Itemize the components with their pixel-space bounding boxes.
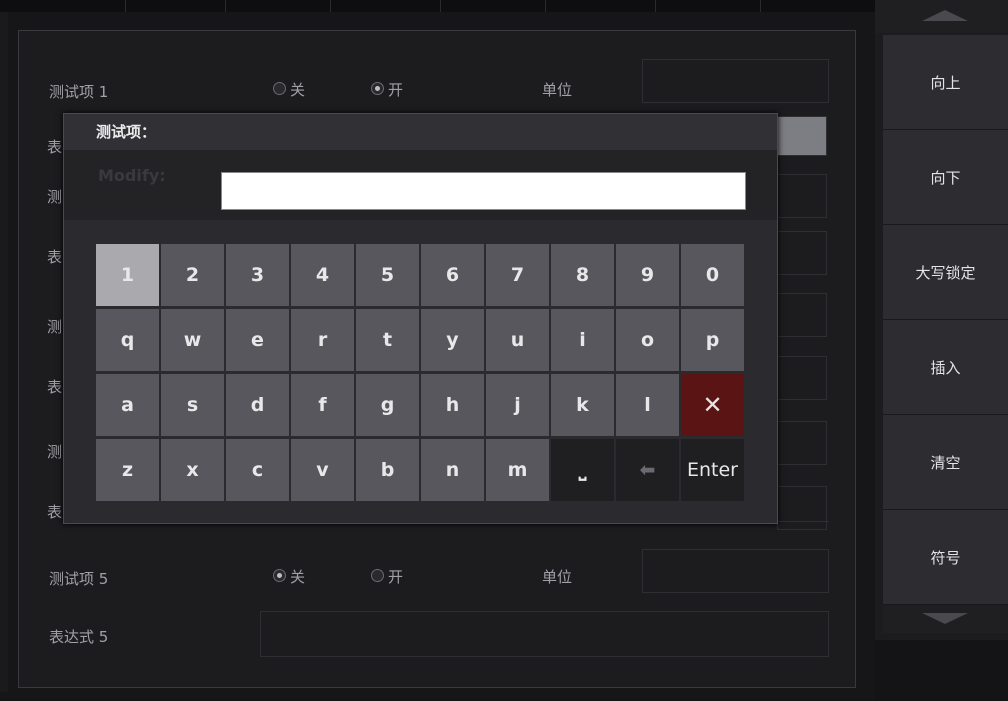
test-item-1-on-radio[interactable] [371,82,384,95]
clear-button[interactable]: 清空 [883,415,1008,510]
move-down-button[interactable]: 向下 [883,130,1008,225]
ruler-tick [545,0,546,12]
key-v[interactable]: v [291,439,354,501]
key-7[interactable]: 7 [486,244,549,306]
backspace-key-icon[interactable]: ⬅ [616,439,679,501]
key-c[interactable]: c [226,439,289,501]
caps-lock-button[interactable]: 大写锁定 [883,225,1008,320]
expression-field[interactable] [777,486,827,530]
key-i[interactable]: i [551,309,614,371]
ruler-tick [125,0,126,12]
test-item-1-off-label: 关 [290,81,306,99]
test-item-5-unit-label: 单位 [542,568,573,586]
key-e[interactable]: e [226,309,289,371]
scroll-down-button[interactable] [883,605,1008,633]
symbols-button[interactable]: 符号 [883,510,1008,605]
background-panel-edge [0,12,8,692]
test-item-1-label: 测试项 1 [49,83,109,101]
scroll-up-button[interactable] [875,0,1008,33]
key-j[interactable]: j [486,374,549,436]
test-item-5-label: 测试项 5 [49,570,109,588]
partial-label: 测 [47,318,63,336]
expression-1-field[interactable] [777,116,827,156]
modify-label: Modify: [98,166,166,185]
test-item-1-unit-label: 单位 [542,81,573,99]
key-x[interactable]: x [161,439,224,501]
key-3[interactable]: 3 [226,244,289,306]
unit-field[interactable] [777,174,827,218]
ruler-tick [440,0,441,12]
space-key-icon[interactable]: ⎵ [551,439,614,501]
move-up-button[interactable]: 向上 [883,35,1008,130]
test-item-5-unit-field[interactable] [642,549,829,593]
key-1[interactable]: 1 [96,244,159,306]
partial-label: 测 [47,443,63,461]
test-item-5-off-radio[interactable] [273,569,286,582]
test-item-5-on-label: 开 [388,568,404,586]
sidebar-footer [875,640,1008,701]
key-f[interactable]: f [291,374,354,436]
test-item-1-unit-field[interactable] [642,59,829,103]
ruler-tick [760,0,761,12]
key-p[interactable]: p [681,309,744,371]
key-l[interactable]: l [616,374,679,436]
key-k[interactable]: k [551,374,614,436]
key-d[interactable]: d [226,374,289,436]
partial-label: 表 [47,248,63,266]
key-h[interactable]: h [421,374,484,436]
key-w[interactable]: w [161,309,224,371]
key-4[interactable]: 4 [291,244,354,306]
key-u[interactable]: u [486,309,549,371]
key-9[interactable]: 9 [616,244,679,306]
partial-label: 表 [47,503,63,521]
right-sidebar: 向上 向下 大写锁定 插入 清空 符号 [875,0,1008,701]
ruler-tick [655,0,656,12]
keyboard-input-row: Modify: [64,150,777,220]
enter-key[interactable]: Enter [681,439,744,501]
key-y[interactable]: y [421,309,484,371]
partial-label: 表 [47,138,63,156]
key-z[interactable]: z [96,439,159,501]
partial-label: 测 [47,188,63,206]
keyboard-title: 测试项： [96,123,157,141]
key-6[interactable]: 6 [421,244,484,306]
key-0[interactable]: 0 [681,244,744,306]
partial-label: 表 [47,378,63,396]
test-item-1-off-radio[interactable] [273,82,286,95]
expression-5-label: 表达式 5 [49,628,109,646]
ruler-tick [330,0,331,12]
unit-field[interactable] [777,293,827,337]
key-n[interactable]: n [421,439,484,501]
key-5[interactable]: 5 [356,244,419,306]
test-item-5-off-label: 关 [290,568,306,586]
unit-field[interactable] [777,421,827,465]
ruler-tick [225,0,226,12]
key-a[interactable]: a [96,374,159,436]
key-m[interactable]: m [486,439,549,501]
key-2[interactable]: 2 [161,244,224,306]
key-r[interactable]: r [291,309,354,371]
expression-field[interactable] [777,231,827,275]
test-item-1-on-label: 开 [388,81,404,99]
test-item-5-on-radio[interactable] [371,569,384,582]
key-b[interactable]: b [356,439,419,501]
insert-button[interactable]: 插入 [883,320,1008,415]
key-t[interactable]: t [356,309,419,371]
key-g[interactable]: g [356,374,419,436]
triangle-down-icon [922,613,968,624]
keyboard-text-input[interactable] [221,172,746,210]
expression-5-field[interactable] [260,611,829,657]
top-ruler [0,0,875,12]
triangle-up-icon [922,10,968,21]
key-q[interactable]: q [96,309,159,371]
expression-field[interactable] [777,356,827,400]
delete-key-icon[interactable]: ✕ [681,374,744,436]
key-8[interactable]: 8 [551,244,614,306]
keyboard-title-bar: 测试项： [64,114,777,150]
key-s[interactable]: s [161,374,224,436]
key-o[interactable]: o [616,309,679,371]
